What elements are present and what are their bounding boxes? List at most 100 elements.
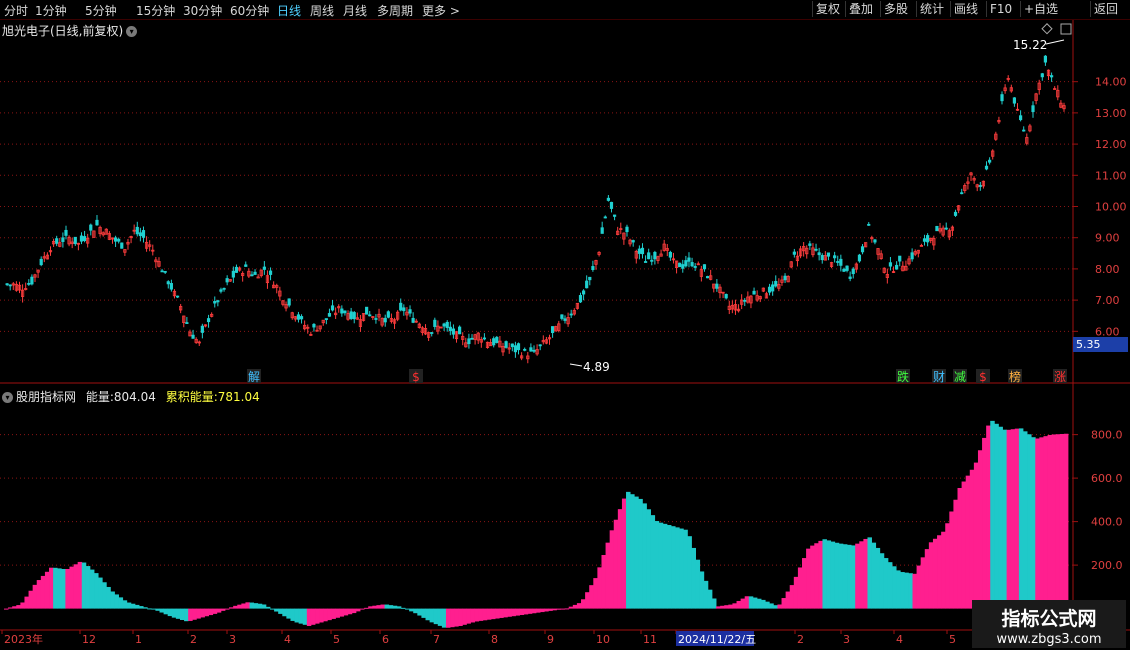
energy-axis-label: 600.0 xyxy=(1091,472,1123,485)
energy-bar xyxy=(605,542,611,609)
energy-bar xyxy=(855,543,860,609)
energy-bar xyxy=(425,608,430,621)
energy-bar xyxy=(486,608,492,620)
candle-body xyxy=(82,236,87,242)
energy-bar xyxy=(945,523,950,609)
energy-bar xyxy=(859,541,864,609)
candle-body xyxy=(1000,94,1004,102)
candle-body xyxy=(138,232,142,237)
candle-body xyxy=(256,276,260,279)
energy-bar xyxy=(826,540,832,609)
energy-bar xyxy=(429,608,435,623)
energy-bar xyxy=(732,603,737,609)
energy-bar xyxy=(932,538,938,609)
indicator-name[interactable]: 股朋指标网 xyxy=(16,390,76,404)
date-axis-label: 5 xyxy=(949,633,956,646)
energy-bar xyxy=(8,607,13,609)
energy-bar xyxy=(204,608,210,617)
candle-body xyxy=(848,276,852,279)
energy-bar xyxy=(658,522,664,609)
watermark-title: 指标公式网 xyxy=(1001,608,1097,630)
energy-bar xyxy=(609,530,615,609)
energy-bar xyxy=(531,608,537,614)
date-axis-label: 6 xyxy=(382,633,389,646)
energy-bar xyxy=(822,539,827,609)
candle-body xyxy=(445,321,449,328)
high-price-label: 15.22 xyxy=(1013,38,1048,52)
low-price-label: 4.89 xyxy=(583,360,610,374)
energy-bar xyxy=(765,601,770,609)
energy-bar xyxy=(1039,437,1044,609)
candle-body xyxy=(569,313,573,316)
candle-body xyxy=(458,326,462,335)
candle-body xyxy=(826,252,831,257)
energy-bar xyxy=(802,558,807,609)
candle-body xyxy=(1040,73,1044,78)
energy-bar xyxy=(20,602,25,609)
energy-bar xyxy=(265,606,271,609)
candle-body xyxy=(643,261,648,263)
candle-body xyxy=(1050,75,1054,78)
candle-body xyxy=(984,165,989,170)
energy-bar xyxy=(445,608,451,628)
energy-bar xyxy=(982,437,987,609)
energy-bar xyxy=(797,567,803,609)
energy-bar xyxy=(814,543,819,609)
energy-bar xyxy=(666,525,672,609)
energy-bar xyxy=(863,538,868,609)
energy-bar xyxy=(351,608,357,614)
candle-body xyxy=(609,201,614,209)
energy-bar xyxy=(916,565,922,609)
candle-body xyxy=(231,270,235,278)
energy-bar xyxy=(740,598,746,609)
energy-bar xyxy=(695,559,701,609)
price-axis-label: 8.00 xyxy=(1095,263,1120,276)
energy-bar xyxy=(229,607,234,609)
candle-body xyxy=(1012,97,1017,104)
candle-body xyxy=(64,229,68,236)
energy-bar xyxy=(965,475,971,609)
candle-body xyxy=(30,276,34,285)
energy-bar xyxy=(179,608,185,621)
candle-body xyxy=(603,216,607,219)
energy-bar xyxy=(163,608,169,615)
energy-bar xyxy=(208,608,214,616)
energy-bar xyxy=(155,608,160,611)
energy-bar xyxy=(28,590,34,609)
candle-body xyxy=(216,300,220,303)
candle-body xyxy=(95,219,99,226)
energy-bar xyxy=(560,608,566,610)
energy-bar xyxy=(924,549,930,609)
candle-body xyxy=(600,227,604,234)
energy-bar xyxy=(593,578,598,609)
energy-bar xyxy=(44,571,50,609)
energy-bar xyxy=(188,608,193,621)
energy-bar xyxy=(523,608,529,615)
energy-bar xyxy=(683,529,688,609)
energy-bar xyxy=(151,608,156,610)
energy-bar xyxy=(462,608,467,625)
energy-bar xyxy=(331,608,336,619)
price-axis-label: 11.00 xyxy=(1095,169,1127,182)
candle-body xyxy=(513,345,518,353)
candle-body xyxy=(705,276,710,279)
candle-body xyxy=(141,230,146,238)
energy-bar xyxy=(585,592,590,609)
energy-bar xyxy=(691,547,696,609)
indicator-menu-icon[interactable]: ▾ xyxy=(2,392,13,403)
candle-body xyxy=(213,300,217,304)
candle-body xyxy=(343,310,347,314)
candle-body xyxy=(219,289,223,292)
energy-bar xyxy=(720,605,725,609)
energy-bar xyxy=(617,509,623,609)
energy-bar xyxy=(613,519,619,609)
energy-bar xyxy=(40,575,46,609)
energy-bar xyxy=(409,608,414,612)
energy-bar xyxy=(540,608,545,613)
candle-body xyxy=(767,286,772,293)
watermark-url: www.zbgs3.com xyxy=(996,632,1102,647)
energy-bar xyxy=(69,566,74,609)
energy-bar xyxy=(212,608,218,614)
energy-bar xyxy=(110,591,115,609)
energy-bar xyxy=(785,591,791,609)
